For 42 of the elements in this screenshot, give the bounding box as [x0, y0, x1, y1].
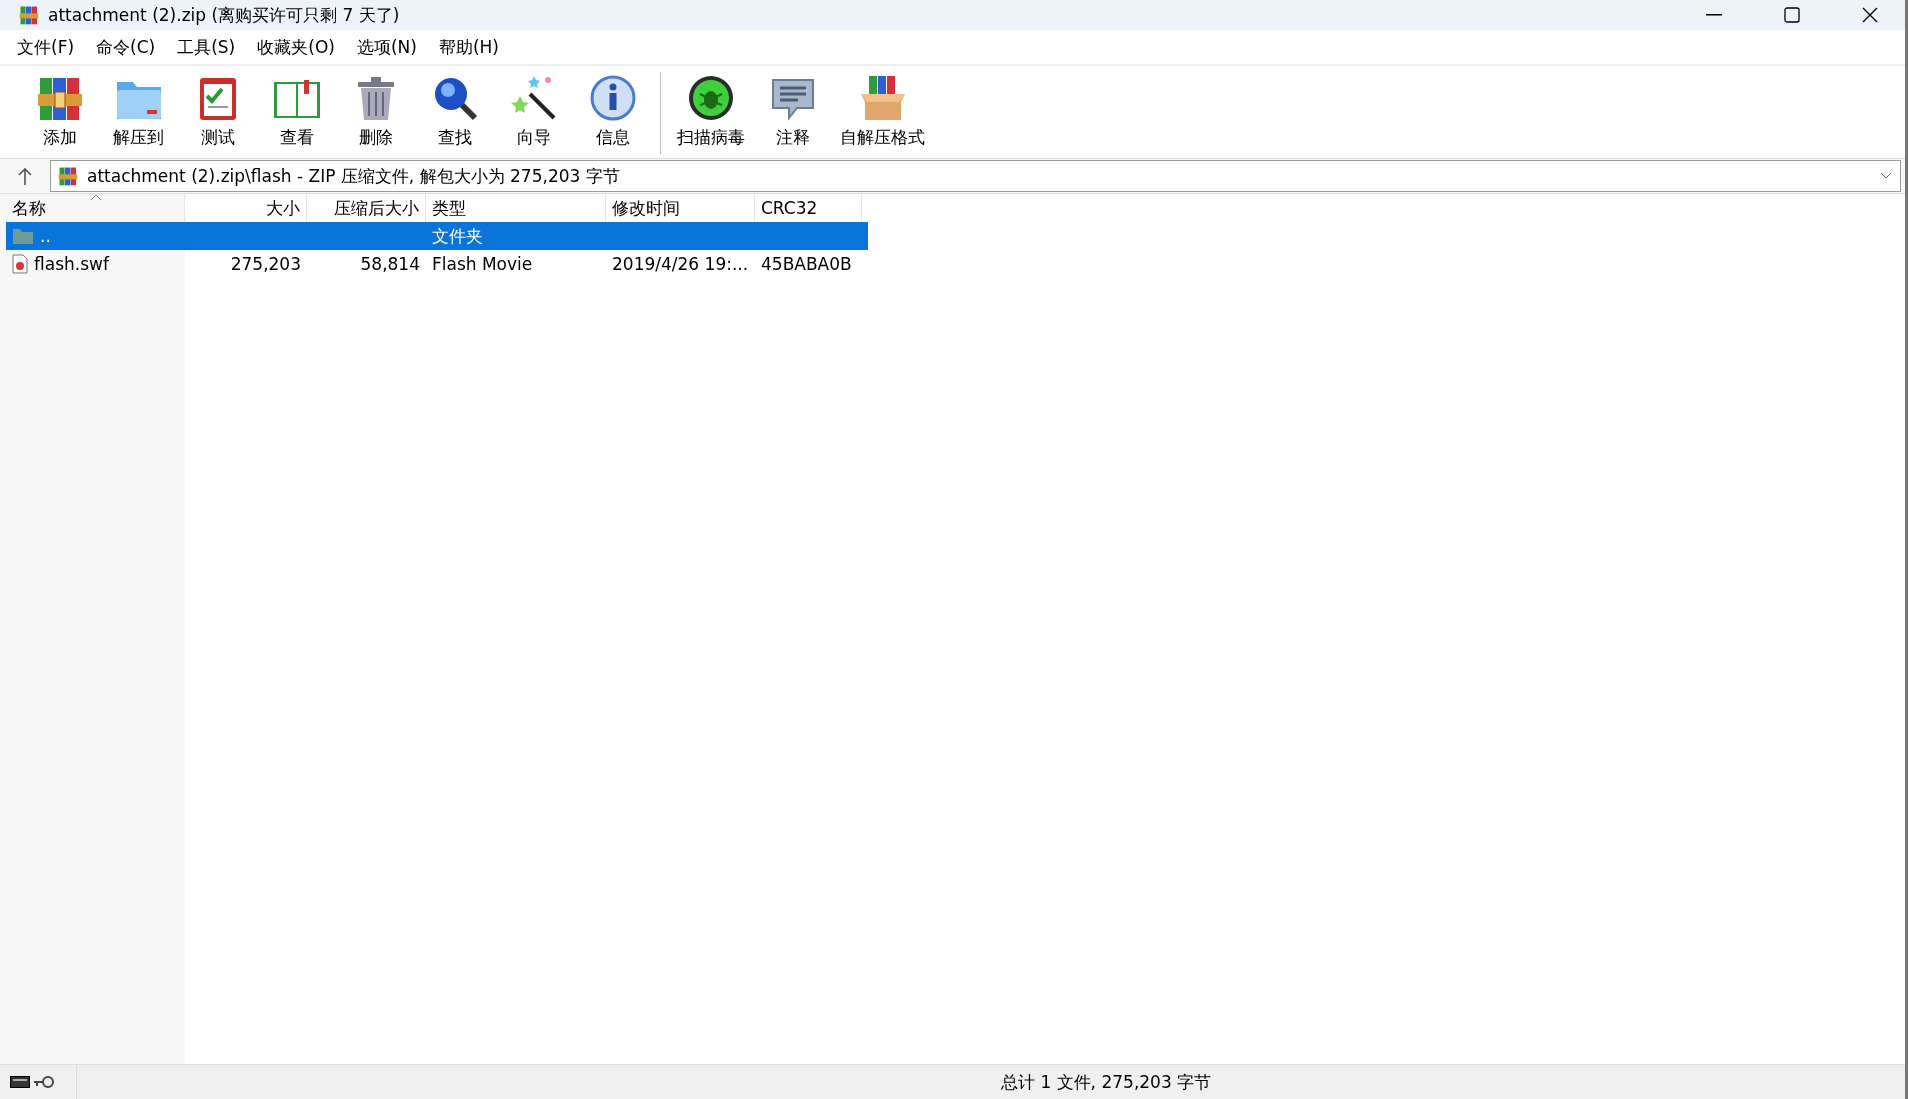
toolbar-button[interactable]: 测试: [178, 70, 257, 154]
dropdown-caret-icon: [1880, 172, 1892, 180]
folder-icon: [12, 227, 34, 245]
toolbar-button[interactable]: 扫描病毒: [669, 70, 753, 154]
table-cell: Flash Movie: [432, 254, 533, 274]
table-cell: 文件夹: [432, 224, 483, 248]
toolbar-button[interactable]: 解压到: [99, 70, 178, 154]
maximize-icon: [1784, 7, 1800, 23]
table-cell: ..: [40, 226, 51, 246]
toolbar-button[interactable]: 删除: [336, 70, 415, 154]
file-icon: [12, 254, 28, 274]
books-icon: [57, 165, 79, 187]
menu-item[interactable]: 工具(S): [168, 35, 245, 59]
toolbar-button[interactable]: 注释: [753, 70, 832, 154]
table-cell: 2019/4/26 19:...: [612, 254, 749, 274]
file-row[interactable]: .. 文件夹: [6, 222, 868, 250]
file-row[interactable]: flash.swf 275,203 58,814 Flash Movie 2019/4/26 19:... 45BABA0B: [6, 250, 868, 278]
toolbar-button[interactable]: 自解压格式: [832, 70, 933, 154]
menu-item[interactable]: 命令(C): [87, 35, 165, 59]
key-icon: [33, 1075, 55, 1089]
menu-item[interactable]: 文件(F): [8, 35, 84, 59]
table-cell: 275,203: [230, 254, 301, 274]
table-cell: 45BABA0B: [761, 254, 852, 274]
table-cell: flash.swf: [34, 254, 109, 274]
books-icon: [18, 4, 40, 26]
menu-item[interactable]: 收藏夹(O): [248, 35, 344, 59]
address-field[interactable]: attachment (2).zip\flash - ZIP 压缩文件, 解包大小为 275,203 字节: [50, 160, 1901, 192]
toolbar-button[interactable]: 查看: [257, 70, 336, 154]
toolbar-button[interactable]: 查找: [415, 70, 494, 154]
minimize-icon: [1706, 14, 1722, 16]
status-text: 总计 1 文件, 275,203 字节: [1001, 1070, 1212, 1094]
menu-item[interactable]: 选项(N): [347, 35, 426, 59]
keyboard-icon: [10, 1076, 30, 1088]
close-icon: [1862, 7, 1878, 23]
window-title: attachment (2).zip (离购买许可只剩 7 天了): [48, 3, 401, 27]
toolbar-button[interactable]: 向导: [494, 70, 573, 154]
menu-item[interactable]: 帮助(H): [429, 35, 508, 59]
table-cell: 58,814: [360, 254, 420, 274]
toolbar-button[interactable]: 添加: [20, 70, 99, 154]
toolbar-button[interactable]: 信息: [573, 70, 652, 154]
sort-caret-icon: [90, 194, 102, 201]
up-arrow-icon: [17, 167, 33, 185]
